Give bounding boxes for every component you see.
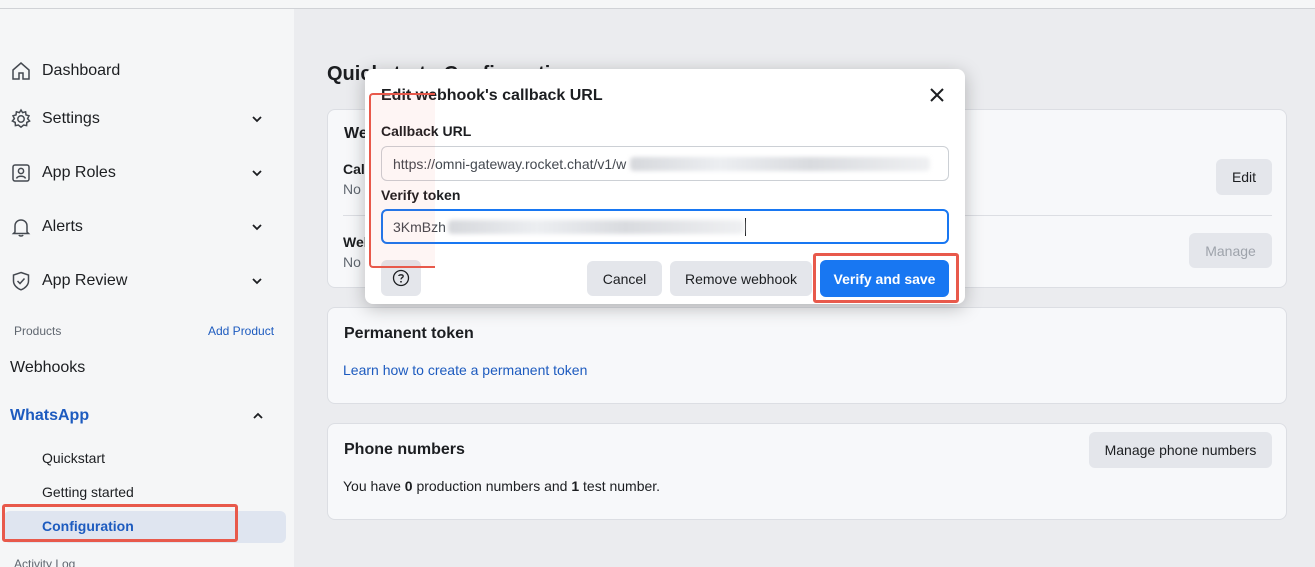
- callback-url-input[interactable]: https://omni-gateway.rocket.chat/v1/w: [381, 146, 949, 181]
- gear-icon: [8, 106, 34, 132]
- sidebar-subitem-quickstart[interactable]: Quickstart: [42, 450, 105, 466]
- chevron-down-icon[interactable]: [250, 166, 264, 180]
- sidebar-item-dashboard[interactable]: Dashboard: [8, 53, 278, 89]
- top-bar: [0, 0, 1315, 9]
- sidebar-subitem-getting-started[interactable]: Getting started: [42, 484, 134, 500]
- help-icon: [392, 269, 410, 287]
- callback-url-value: No: [343, 181, 361, 197]
- chevron-down-icon[interactable]: [250, 220, 264, 234]
- products-heading: Products: [14, 324, 62, 338]
- test-count: 1: [571, 478, 580, 494]
- sidebar-item-app-roles[interactable]: App Roles: [8, 155, 278, 191]
- chevron-down-icon[interactable]: [250, 274, 264, 288]
- bell-icon: [8, 214, 34, 240]
- sidebar-item-app-review[interactable]: App Review: [8, 263, 278, 299]
- chevron-up-icon[interactable]: [251, 409, 265, 423]
- cancel-button[interactable]: Cancel: [587, 261, 662, 296]
- phone-numbers-title: Phone numbers: [344, 441, 465, 458]
- sidebar-item-alerts[interactable]: Alerts: [8, 209, 278, 245]
- summary-text: You have: [343, 478, 405, 494]
- highlight-box-configuration: [2, 504, 238, 542]
- sidebar-item-label: App Roles: [42, 164, 116, 181]
- text-cursor: [744, 217, 746, 236]
- chevron-down-icon[interactable]: [250, 112, 264, 126]
- sidebar-item-label: App Review: [42, 272, 128, 289]
- sidebar-item-whatsapp[interactable]: WhatsApp: [10, 407, 89, 425]
- sidebar-item-label: Settings: [42, 110, 100, 127]
- permanent-token-title: Permanent token: [344, 325, 474, 342]
- remove-webhook-button[interactable]: Remove webhook: [670, 261, 812, 296]
- add-product-link[interactable]: Add Product: [208, 324, 274, 338]
- manage-phone-numbers-button[interactable]: Manage phone numbers: [1089, 432, 1272, 468]
- sidebar-item-activity-log[interactable]: Activity Log: [14, 557, 75, 567]
- permanent-token-card: Permanent token Learn how to create a pe…: [327, 307, 1287, 404]
- shield-check-icon: [8, 268, 34, 294]
- production-count: 0: [404, 478, 413, 494]
- summary-text: production numbers and: [412, 478, 572, 494]
- callback-url-label: Cal: [343, 161, 365, 177]
- manage-button[interactable]: Manage: [1189, 233, 1272, 268]
- edit-button[interactable]: Edit: [1216, 159, 1272, 195]
- verify-token-input[interactable]: 3KmBzh: [381, 209, 949, 244]
- redacted-text: [447, 219, 744, 234]
- highlight-bracket-fields: [369, 93, 435, 268]
- redacted-text: [630, 156, 931, 171]
- highlight-box-verify-and-save: [813, 253, 959, 303]
- summary-text: test number.: [579, 478, 661, 494]
- phone-numbers-summary: You have 0 production numbers and 1 test…: [343, 478, 660, 494]
- user-badge-icon: [8, 160, 34, 186]
- sidebar: Dashboard Settings App Roles Alerts App …: [0, 9, 294, 567]
- permanent-token-link[interactable]: Learn how to create a permanent token: [343, 362, 587, 378]
- sidebar-item-label: Dashboard: [42, 62, 121, 79]
- sidebar-item-settings[interactable]: Settings: [8, 101, 278, 137]
- close-icon[interactable]: [925, 83, 949, 107]
- sidebar-item-label: Alerts: [42, 218, 83, 235]
- webhook-fields-label: Wel: [343, 234, 368, 250]
- phone-numbers-card: Phone numbers Manage phone numbers You h…: [327, 423, 1287, 520]
- sidebar-item-webhooks[interactable]: Webhooks: [10, 359, 85, 377]
- home-icon: [8, 58, 34, 84]
- webhook-fields-value: No: [343, 254, 361, 270]
